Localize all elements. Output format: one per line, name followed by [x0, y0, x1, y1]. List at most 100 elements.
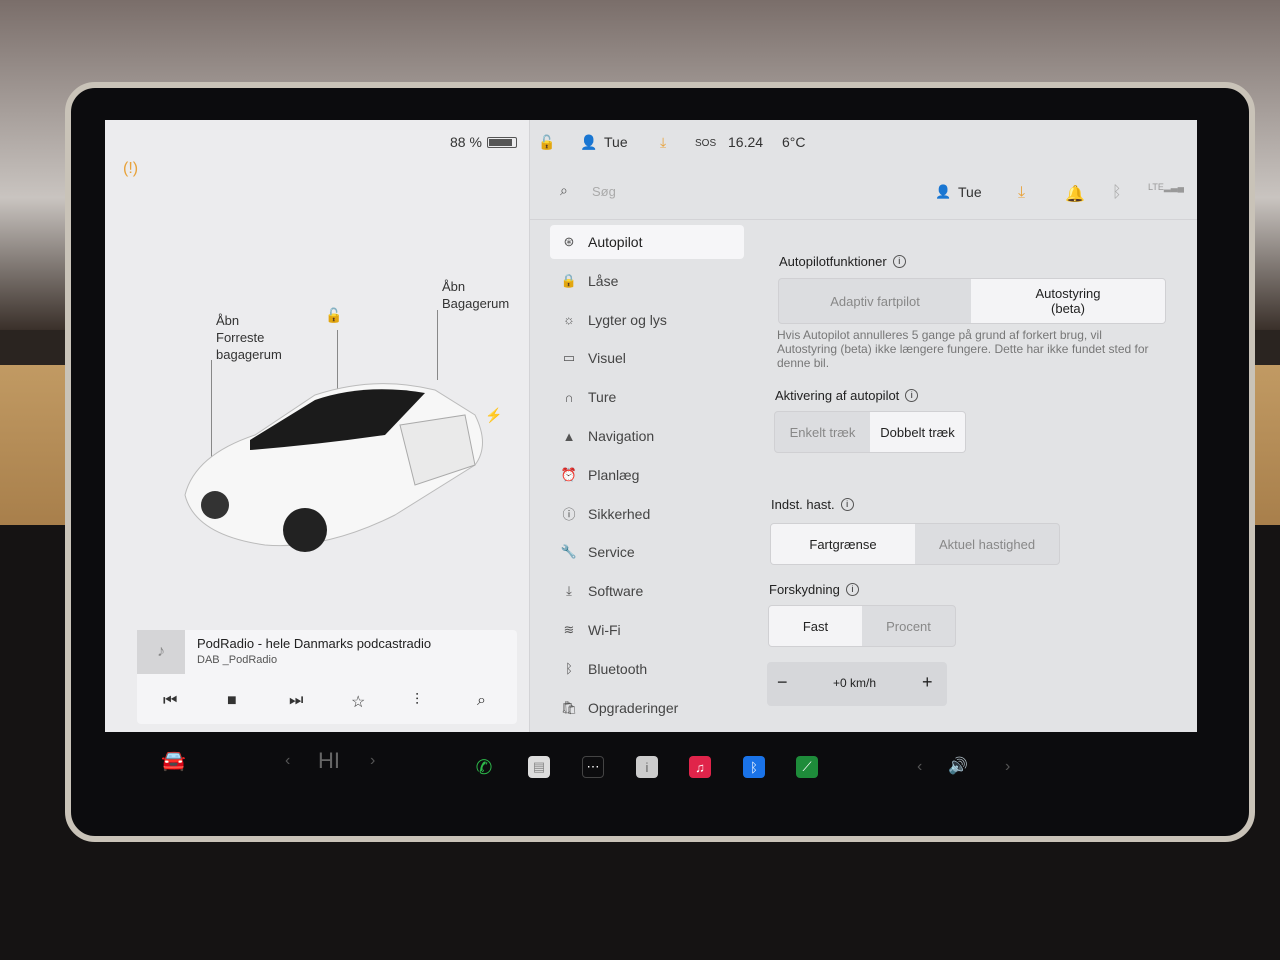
info-icon[interactable]: i: [892, 255, 906, 268]
menu-item-ture[interactable]: ∩ Ture: [550, 380, 744, 414]
svg-text:⚡: ⚡: [485, 407, 502, 424]
previous-icon[interactable]: ⏮: [163, 692, 177, 710]
frunk-open-label[interactable]: Åbn Forreste bagagerum: [216, 312, 282, 363]
menu-item-wi-fi[interactable]: ≋ Wi-Fi: [550, 613, 744, 647]
activation-option[interactable]: Enkelt træk: [775, 412, 870, 452]
user-icon[interactable]: 👤: [580, 134, 597, 151]
next-icon[interactable]: ⏭: [289, 692, 303, 710]
set-speed-toggle: Fartgrænse Aktuel hastighed: [770, 523, 1060, 565]
activation-label: Aktivering af autopilot: [775, 388, 900, 403]
sos-icon[interactable]: SOS: [695, 138, 716, 149]
navigation-icon: ▲: [562, 428, 576, 444]
tire-pressure-warning-icon: (!): [123, 160, 139, 177]
offset-option[interactable]: Fast: [769, 606, 862, 646]
climate-decrease-chevron-icon[interactable]: ‹: [285, 752, 290, 770]
media-title: PodRadio - hele Danmarks podcastradio: [197, 636, 432, 651]
light-icon: ☼: [563, 312, 575, 328]
speed-option[interactable]: Aktuel hastighed: [915, 524, 1059, 564]
more-apps-icon[interactable]: ⋯: [582, 756, 604, 778]
header-user[interactable]: Tue: [958, 184, 982, 200]
autopilot-features-label: Autopilotfunktioner: [779, 254, 887, 269]
menu-item-opgraderinger[interactable]: 🛍 Opgraderinger: [550, 691, 744, 725]
increase-button[interactable]: +: [922, 672, 933, 693]
menu-item-software[interactable]: ⤓ Software: [550, 574, 744, 608]
menu-item-visuel[interactable]: ▭ Visuel: [550, 341, 744, 375]
stop-icon[interactable]: ■: [227, 692, 237, 710]
favorite-star-icon[interactable]: ☆: [351, 692, 365, 712]
menu-item-sikkerhed[interactable]: ⓘ Sikkerhed: [550, 497, 744, 531]
menu-item-lygter-og-lys[interactable]: ☼ Lygter og lys: [550, 303, 744, 337]
lock-status-icon[interactable]: 🔓: [538, 134, 555, 151]
climate-temperature[interactable]: HI: [318, 748, 340, 774]
bluetooth-icon[interactable]: ᛒ: [1112, 184, 1122, 202]
bluetooth-app-icon[interactable]: ᛒ: [743, 756, 765, 778]
menu-item-label: Navigation: [588, 428, 655, 444]
battery-icon: [487, 137, 517, 148]
touchscreen: (!) 88 % Åbn Forreste bagagerum Åbn Baga…: [105, 120, 1197, 748]
lte-signal-icon: LTE▂▃▄: [1148, 182, 1185, 192]
menu-item-navigation[interactable]: ▲ Navigation: [550, 419, 744, 453]
volume-down-chevron-icon[interactable]: ‹: [917, 758, 922, 776]
music-icon[interactable]: ♫: [689, 756, 711, 778]
user-icon[interactable]: 👤: [935, 184, 951, 200]
info-icon[interactable]: i: [845, 583, 859, 596]
activation-toggle: Enkelt træk Dobbelt træk: [774, 411, 966, 453]
safety-icon: ⓘ: [562, 507, 576, 523]
menu-item-bluetooth[interactable]: ᛒ Bluetooth: [550, 652, 744, 686]
menu-item-label: Software: [588, 583, 644, 600]
autopilot-features-toggle: Adaptiv fartpilot Autostyring (beta): [778, 278, 1166, 324]
search-input[interactable]: Søg: [592, 184, 616, 199]
menu-item-label: Opgraderinger: [588, 699, 679, 716]
climate-increase-chevron-icon[interactable]: ›: [370, 752, 375, 770]
offset-toggle: Fast Procent: [768, 605, 956, 647]
settings-header: ⌕ Søg 👤 Tue ⤓ 🔔 ᛒ LTE▂▃▄: [530, 168, 1197, 220]
bluetooth-icon: ᛒ: [565, 661, 573, 677]
wrench-icon: 🔧: [560, 544, 578, 560]
temperature: 6°C: [782, 134, 806, 150]
display-icon: ▭: [562, 350, 576, 366]
taskbar: 🚘 ‹ HI › ✆ ▤ ⋯ i ♫ ᛒ ⟋ ‹ 🔊 ›: [105, 748, 1197, 798]
trunk-open-label[interactable]: Åbn Bagagerum: [442, 278, 509, 312]
update-download-icon[interactable]: ⤓: [660, 134, 666, 151]
autopilot-warning-text: Hvis Autopilot annulleres 5 gange på gru…: [777, 328, 1149, 370]
speed-option[interactable]: Fartgrænse: [771, 524, 915, 564]
trips-icon: ∩: [564, 389, 574, 405]
menu-item-label: Låse: [588, 272, 619, 289]
equalizer-icon[interactable]: ⫶: [415, 692, 419, 710]
features-option[interactable]: Autostyring (beta): [971, 279, 1165, 323]
features-option[interactable]: Adaptiv fartpilot: [779, 279, 971, 323]
menu-item-label: Sikkerhed: [588, 505, 651, 522]
menu-item-planlæg[interactable]: ⏰ Planlæg: [550, 458, 744, 492]
manual-icon[interactable]: i: [636, 756, 658, 778]
notification-bell-icon[interactable]: 🔔: [1065, 184, 1085, 204]
unlock-icon[interactable]: 🔓: [325, 307, 342, 324]
music-note-icon: ♪: [137, 630, 185, 674]
update-download-icon[interactable]: ⤓: [1018, 184, 1025, 202]
download-icon: ⤓: [566, 583, 572, 599]
calendar-icon[interactable]: ▤: [528, 756, 550, 778]
volume-up-chevron-icon[interactable]: ›: [1005, 758, 1010, 776]
phone-icon[interactable]: ✆: [473, 756, 495, 779]
energy-chart-icon[interactable]: ⟋: [796, 756, 818, 778]
menu-item-label: Wi-Fi: [588, 622, 621, 638]
info-icon[interactable]: i: [905, 389, 919, 402]
shopping-bag-icon: 🛍: [560, 699, 578, 715]
car-icon[interactable]: 🚘: [161, 748, 186, 773]
clock: 16.24: [728, 134, 764, 150]
info-icon[interactable]: i: [840, 498, 854, 511]
search-icon[interactable]: ⌕: [477, 692, 486, 710]
menu-item-service[interactable]: 🔧 Service: [550, 535, 744, 569]
activation-option[interactable]: Dobbelt træk: [870, 412, 965, 452]
menu-item-label: Visuel: [588, 350, 626, 367]
decrease-button[interactable]: −: [777, 672, 788, 693]
volume-icon[interactable]: 🔊: [948, 756, 968, 776]
status-user[interactable]: Tue: [604, 134, 628, 150]
offset-option[interactable]: Procent: [862, 606, 955, 646]
menu-item-autopilot[interactable]: ⊛ Autopilot: [550, 225, 744, 259]
offset-value: +0 km/h: [833, 676, 877, 690]
menu-item-label: Planlæg: [588, 466, 640, 483]
wifi-icon: ≋: [563, 622, 575, 637]
search-icon[interactable]: ⌕: [560, 182, 568, 199]
menu-item-låse[interactable]: 🔒 Låse: [550, 264, 744, 298]
menu-item-label: Lygter og lys: [588, 311, 667, 328]
